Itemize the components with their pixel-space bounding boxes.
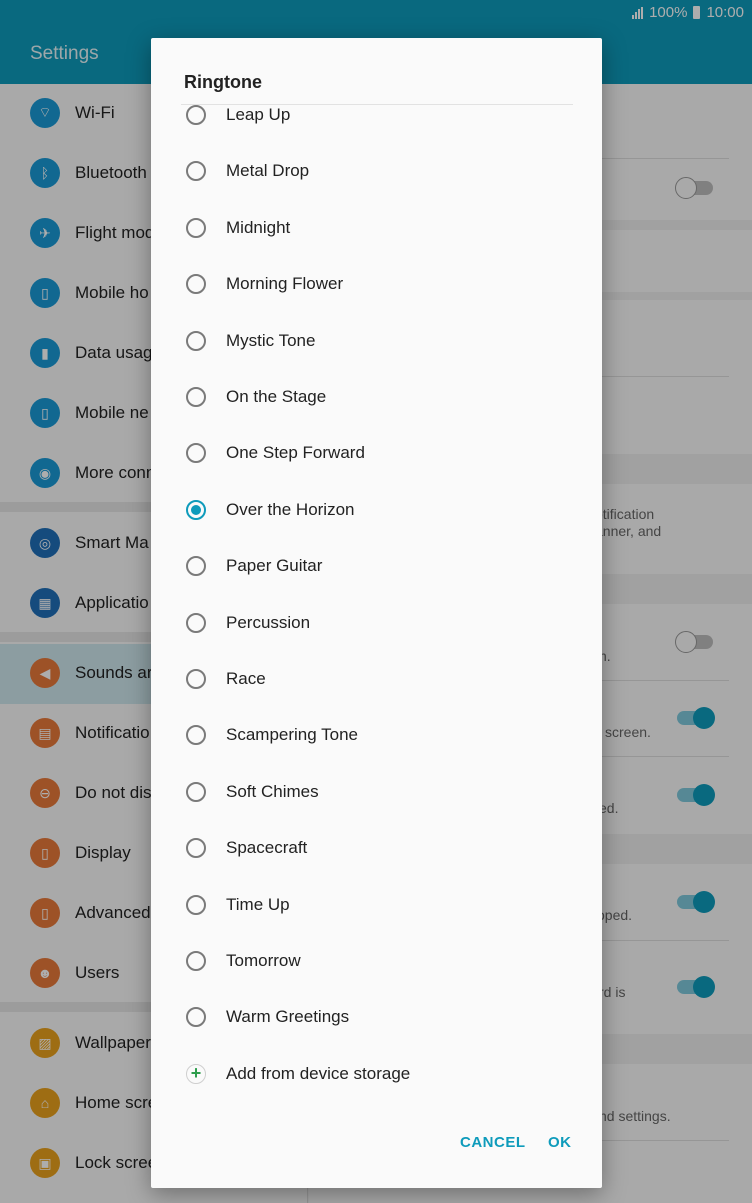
ringtone-option[interactable]: Leap Up [151,105,602,140]
radio-unchecked[interactable] [186,838,206,859]
ringtone-option[interactable]: Mystic Tone [151,316,602,366]
ringtone-option-label: Tomorrow [226,951,301,970]
radio-unchecked[interactable] [186,1007,206,1028]
ringtone-option[interactable]: Time Up [151,880,602,930]
radio-unchecked[interactable] [186,612,206,633]
ringtone-option[interactable]: Tomorrow [151,936,602,986]
ringtone-option[interactable]: Percussion [151,598,602,648]
radio-unchecked[interactable] [186,556,206,577]
ringtone-option[interactable]: Morning Flower [151,259,602,309]
ringtone-option[interactable]: Metal Drop [151,146,602,196]
radio-unchecked[interactable] [186,951,206,971]
plus-icon: + [186,1063,206,1084]
ok-button[interactable]: OK [548,1134,572,1151]
ringtone-option[interactable]: Paper Guitar [151,541,602,591]
ringtone-dialog: Ringtone Leap Up Metal Drop Midnight Mornin… [151,38,602,1188]
radio-unchecked[interactable] [186,217,206,238]
ringtone-option-label: Metal Drop [226,161,310,181]
radio-unchecked[interactable] [186,894,206,915]
ringtone-option-label: Morning Flower [226,274,344,294]
radio-unchecked[interactable] [186,330,206,351]
ringtone-option-label: Over the Horizon [226,499,355,519]
ringtone-option[interactable]: Over the Horizon [151,485,602,535]
ringtone-option-label: Scampering Tone [226,725,358,745]
ringtone-option-label: Leap Up [226,105,291,124]
ringtone-option[interactable]: One Step Forward [151,428,602,478]
ringtone-options-list[interactable]: Leap Up Metal Drop Midnight Morning Flower M… [151,105,602,1105]
radio-checked[interactable] [186,499,206,520]
ringtone-option[interactable]: Soft Chimes [151,767,602,817]
ringtone-option[interactable]: Midnight [151,203,602,253]
radio-unchecked[interactable] [186,161,206,182]
radio-unchecked[interactable] [186,725,206,746]
ringtone-option-label: Soft Chimes [226,781,319,801]
ringtone-option-label: Midnight [226,217,291,237]
ringtone-option[interactable]: On the Stage [151,372,602,422]
radio-unchecked[interactable] [186,781,206,802]
radio-unchecked[interactable] [186,443,206,464]
ringtone-option-label: Spacecraft [226,838,308,858]
radio-unchecked[interactable] [186,669,206,689]
dialog-title: Ringtone [184,72,262,92]
ringtone-option[interactable]: Race [151,654,602,704]
ringtone-option-label: Time Up [226,894,290,914]
ringtone-option-label: Race [226,669,266,688]
cancel-button[interactable]: CANCEL [460,1134,526,1151]
add-from-storage-item[interactable]: + Add from device storage [151,1049,602,1099]
radio-unchecked[interactable] [186,105,206,125]
ringtone-option[interactable]: Warm Greetings [151,992,602,1042]
ringtone-option[interactable]: Spacecraft [151,823,602,873]
ringtone-option-label: Mystic Tone [226,330,316,350]
ringtone-option-label: One Step Forward [226,443,365,463]
radio-unchecked[interactable] [186,274,206,295]
ringtone-option-label: Paper Guitar [226,556,323,576]
add-from-storage-label: Add from device storage [226,1063,411,1083]
radio-unchecked[interactable] [186,387,206,407]
ringtone-option-label: On the Stage [226,387,327,406]
ringtone-option[interactable]: Scampering Tone [151,710,602,760]
ringtone-option-label: Warm Greetings [226,1007,350,1027]
ringtone-option-label: Percussion [226,612,311,632]
